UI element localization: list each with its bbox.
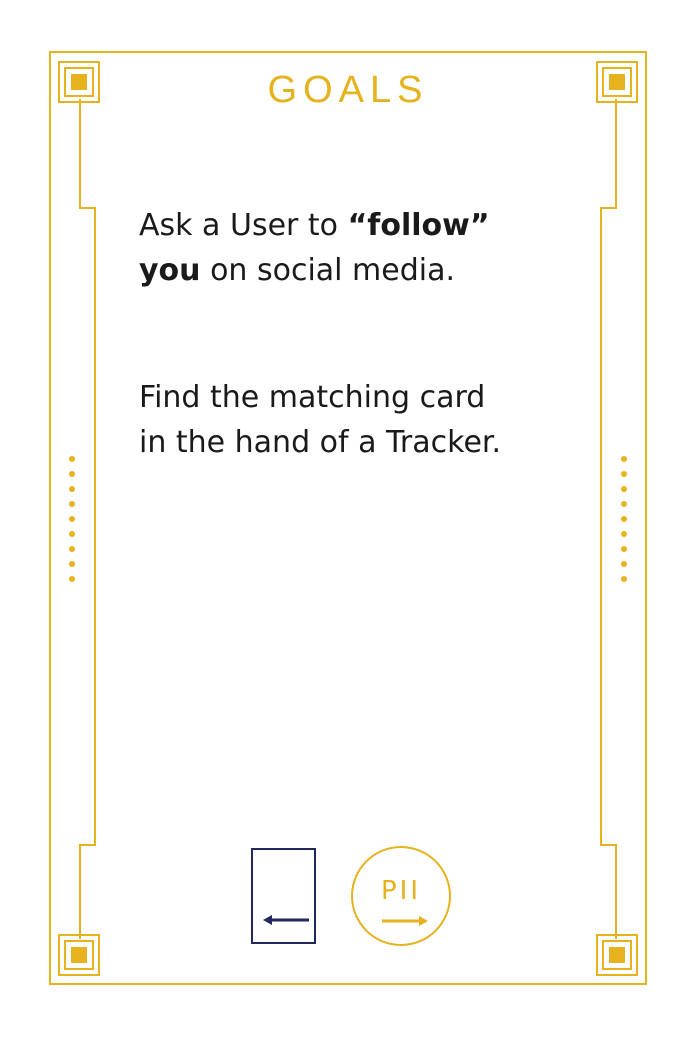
goal-text-1: Ask a User to “follow” you on social medi…	[139, 203, 579, 293]
goal-text-2: Find the matching card in the hand of a T…	[139, 375, 579, 465]
left-arrow-icon	[263, 915, 309, 925]
card-title: GOALS	[267, 69, 429, 111]
left-dots	[69, 456, 75, 582]
pii-badge-icon: PII	[351, 846, 451, 946]
goal-2-line-1: Find the matching card	[139, 380, 486, 415]
corner-chip-bottom-left-icon	[58, 934, 100, 976]
card-frame	[49, 51, 647, 985]
goal-1-suffix: on social media.	[200, 253, 456, 288]
goal-1-bold-word: you	[139, 253, 201, 288]
pii-label: PII	[380, 876, 421, 906]
goal-card: GOALS Ask a User to “follow” you on socia…	[0, 0, 696, 1038]
right-dots	[621, 456, 627, 582]
card-with-left-arrow-icon	[251, 848, 316, 944]
corner-chip-bottom-right-icon	[596, 934, 638, 976]
goal-2-line-2: in the hand of a Tracker.	[139, 425, 502, 460]
right-arrow-icon	[382, 916, 428, 926]
goal-1-bold-quote: “follow”	[347, 208, 490, 243]
goal-1-prefix: Ask a User to	[139, 208, 348, 243]
